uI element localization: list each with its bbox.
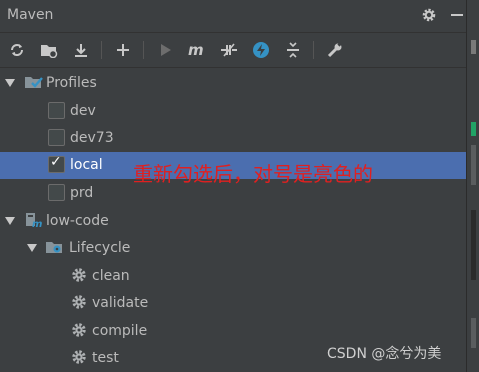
toolbar-separator <box>143 41 144 59</box>
svg-text:m: m <box>32 219 42 228</box>
tool-window-tab[interactable] <box>471 145 476 185</box>
tool-window-tab[interactable] <box>471 318 476 348</box>
maven-panel: Maven m Profiles dev dev73 ✓ local prd m… <box>0 0 466 372</box>
expand-arrow-icon[interactable] <box>5 79 15 87</box>
title-bar: Maven <box>0 0 466 33</box>
profiles-label: Profiles <box>46 75 97 91</box>
minimize-icon[interactable] <box>448 6 466 24</box>
tool-window-tab[interactable] <box>471 40 476 54</box>
title-actions <box>420 6 466 24</box>
profile-checkbox[interactable] <box>48 129 65 146</box>
gear-icon <box>71 322 87 338</box>
tool-window-tab[interactable] <box>471 122 476 136</box>
lifecycle-item-validate[interactable]: validate <box>0 290 466 317</box>
tree-node-profiles[interactable]: Profiles <box>0 70 466 97</box>
tree-node-lifecycle[interactable]: Lifecycle <box>0 235 466 262</box>
lifecycle-folder-icon <box>46 239 62 255</box>
tree-node-project[interactable]: m low-code <box>0 208 466 235</box>
profiles-folder-icon <box>25 74 43 90</box>
plus-icon[interactable] <box>112 39 134 61</box>
toggle-offline-icon[interactable] <box>218 39 240 61</box>
lifecycle-item-clean[interactable]: clean <box>0 263 466 290</box>
profile-label: dev <box>70 103 96 119</box>
maven-goal-icon[interactable]: m <box>186 39 208 61</box>
lifecycle-item-compile[interactable]: compile <box>0 318 466 345</box>
lifecycle-label: validate <box>92 295 149 311</box>
tool-window-tab[interactable] <box>471 210 476 280</box>
annotation-text: 重新勾选后，对号是亮色的 <box>133 162 373 186</box>
maven-project-icon: m <box>25 212 42 230</box>
right-tool-strip <box>466 0 479 372</box>
gear-icon <box>71 294 87 310</box>
lifecycle-label: test <box>92 350 119 366</box>
toolbar-separator <box>101 41 102 59</box>
watermark-text: CSDN @念兮为美 <box>327 346 442 362</box>
checkmark-icon: ✓ <box>50 154 62 170</box>
gear-icon <box>71 349 87 365</box>
expand-arrow-icon[interactable] <box>5 217 15 225</box>
maven-toolbar: m <box>0 33 466 68</box>
skip-tests-icon[interactable] <box>250 39 272 61</box>
profile-label: local <box>70 157 103 173</box>
profile-row-dev73[interactable]: dev73 <box>0 125 466 152</box>
run-icon[interactable] <box>154 39 176 61</box>
download-icon[interactable] <box>70 39 92 61</box>
profile-checkbox[interactable]: ✓ <box>48 154 65 173</box>
gear-icon <box>71 267 87 283</box>
lifecycle-label: Lifecycle <box>69 240 131 256</box>
lifecycle-label: clean <box>92 268 130 284</box>
profile-checkbox[interactable] <box>48 184 65 201</box>
toolbar-separator <box>313 41 314 59</box>
gear-icon[interactable] <box>420 6 438 24</box>
svg-text:m: m <box>188 42 204 58</box>
refresh-icon[interactable] <box>6 39 28 61</box>
panel-title: Maven <box>7 7 54 23</box>
settings-wrench-icon[interactable] <box>324 39 346 61</box>
expand-arrow-icon[interactable] <box>27 244 37 252</box>
profile-label: dev73 <box>70 130 114 146</box>
add-folder-icon[interactable] <box>38 39 60 61</box>
profile-row-dev[interactable]: dev <box>0 98 466 125</box>
lifecycle-label: compile <box>92 323 148 339</box>
profile-checkbox[interactable] <box>48 102 65 119</box>
collapse-all-icon[interactable] <box>282 39 304 61</box>
profile-label: prd <box>70 185 94 201</box>
project-label: low-code <box>46 213 109 229</box>
